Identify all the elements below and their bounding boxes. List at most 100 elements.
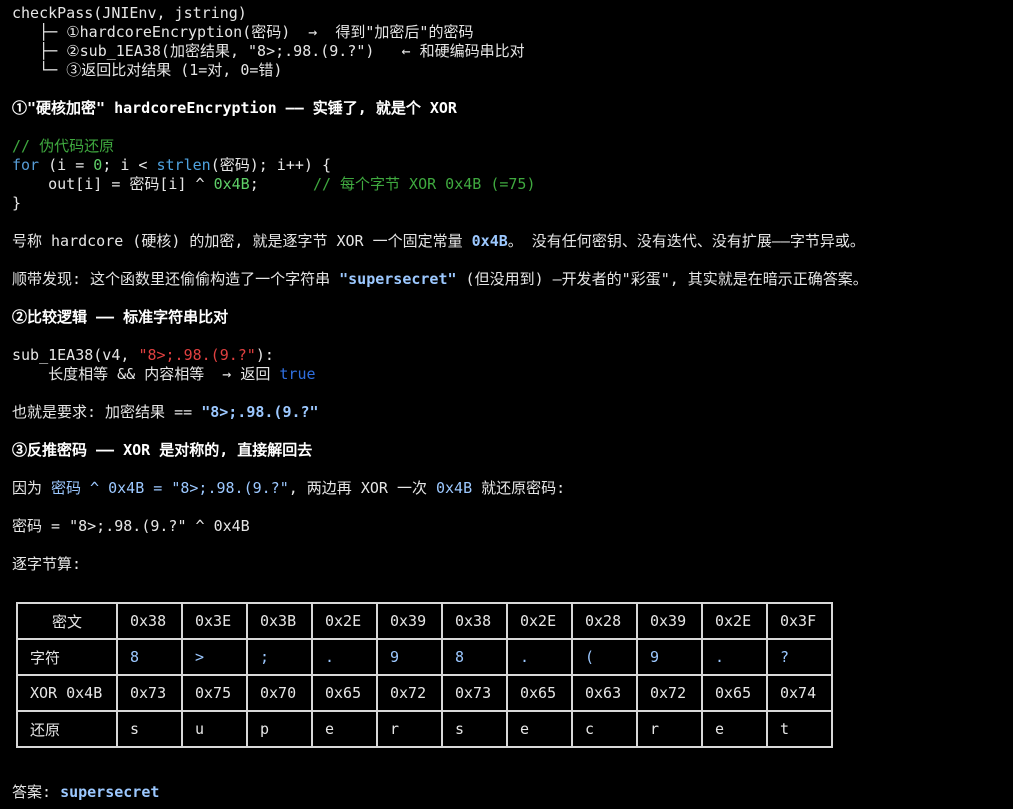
answer-value: supersecret bbox=[60, 783, 160, 801]
table-cell: 8 bbox=[441, 638, 508, 676]
section-heading-reverse: ③反推密码 —— XOR 是对称的, 直接解回去 bbox=[12, 441, 313, 459]
tree-branch-glyph: ├─ bbox=[12, 42, 67, 60]
table-cell: ? bbox=[766, 638, 833, 676]
table-cell: s bbox=[116, 710, 183, 748]
table-cell: u bbox=[181, 710, 248, 748]
paragraph-text: (但没用到) —开发者的"彩蛋", 其实就是在暗示正确答案。 bbox=[456, 270, 868, 288]
tree-branch-1: ├─ ①hardcoreEncryption(密码) → 得到"加密后"的密码 bbox=[12, 23, 1013, 42]
code-text: out[i] = 密码[i] ^ bbox=[12, 175, 214, 193]
table-cell: 0x3F bbox=[766, 602, 833, 640]
code-text: (i = bbox=[39, 156, 94, 174]
paragraph-text: , 两边再 XOR 一次 bbox=[288, 479, 436, 497]
tree-branch-3: └─ ③返回比对结果 (1=对, 0=错) bbox=[12, 61, 1013, 80]
tree-branch-text: ②sub_1EA38(加密结果, "8>;.98.(9.?") ← 和硬编码串比… bbox=[66, 42, 525, 60]
code-text: sub_1EA38(v4, bbox=[12, 346, 139, 364]
highlight-equation: 密码 ^ 0x4B = "8>;.98.(9.?" bbox=[51, 479, 289, 497]
table-cell: . bbox=[701, 638, 768, 676]
table-cell: p bbox=[246, 710, 313, 748]
paragraph-text: 顺带发现: 这个函数里还偷偷构造了一个字符串 bbox=[12, 270, 340, 288]
tree-branch-text: ①hardcoreEncryption(密码) → 得到"加密后"的密码 bbox=[66, 23, 474, 41]
table-row-label: 还原 bbox=[16, 710, 118, 748]
code-inline-comment: // 每个字节 XOR 0x4B (=75) bbox=[312, 175, 536, 193]
table-cell: 0x38 bbox=[116, 602, 183, 640]
table-cell: 0x72 bbox=[636, 674, 703, 712]
table-row-chars: 字符 8 >;. 9 8.(9.? bbox=[16, 638, 833, 676]
table-cell: c bbox=[571, 710, 638, 748]
section-heading-xor: ①"硬核加密" hardcoreEncryption —— 实锤了, 就是个 X… bbox=[12, 99, 457, 117]
code-text: ): bbox=[255, 346, 274, 364]
table-cell: 0x3B bbox=[246, 602, 313, 640]
code-string-literal: "8>;.98.(9.?" bbox=[138, 346, 256, 364]
table-row-label: 字符 bbox=[16, 638, 118, 676]
highlight-constant: 0x4B bbox=[436, 479, 473, 497]
highlight-constant: 0x4B bbox=[471, 232, 508, 250]
tree-branch-2: ├─ ②sub_1EA38(加密结果, "8>;.98.(9.?") ← 和硬编… bbox=[12, 42, 1013, 61]
table-cell: e bbox=[506, 710, 573, 748]
paragraph-symmetry: 因为 密码 ^ 0x4B = "8>;.98.(9.?", 两边再 XOR 一次… bbox=[12, 479, 1013, 498]
table-cell: ; bbox=[246, 638, 313, 676]
compare-code-block: sub_1EA38(v4, "8>;.98.(9.?"): 长度相等 && 内容… bbox=[12, 346, 1013, 384]
table-cell: 0x3E bbox=[181, 602, 248, 640]
answer-line: 答案: supersecret bbox=[12, 783, 159, 802]
table-row-xor: XOR 0x4B 0x73 0x75 0x70 0x65 0x72 0x73 0x65 0x63… bbox=[16, 674, 833, 712]
code-comment: // 伪代码还原 bbox=[12, 137, 115, 155]
paragraph-text: 号称 hardcore (硬核) 的加密, 就是逐字节 XOR 一个固定常量 bbox=[12, 232, 472, 250]
table-cell: 0x75 bbox=[181, 674, 248, 712]
table-cell: r bbox=[636, 710, 703, 748]
table-cell: 0x65 bbox=[701, 674, 768, 712]
table-cell: e bbox=[311, 710, 378, 748]
pseudocode-block: // 伪代码还原 for (i = 0; i < strlen(密码); i++… bbox=[12, 137, 1013, 213]
table-cell: . bbox=[311, 638, 378, 676]
tree-root: checkPass(JNIEnv, jstring) bbox=[12, 4, 247, 22]
paragraph-text: 因为 bbox=[12, 479, 52, 497]
table-row-plain: 还原 s u p e r s e c r e t bbox=[16, 710, 833, 748]
table-row-label: XOR 0x4B bbox=[16, 674, 118, 712]
tree-branch-glyph: ├─ bbox=[12, 23, 67, 41]
code-body-line: out[i] = 密码[i] ^ 0x4B; // 每个字节 XOR 0x4B … bbox=[12, 175, 1013, 194]
code-text: (密码); i++) { bbox=[210, 156, 331, 174]
code-function-strlen: strlen bbox=[156, 156, 211, 174]
table-row-ciphertext: 密文 0x38 0x3E 0x3B 0x2E 0x39 0x38 0x2E 0x28 0x39 0x… bbox=[16, 602, 833, 640]
table-cell: 0x65 bbox=[506, 674, 573, 712]
table-cell: 0x63 bbox=[571, 674, 638, 712]
paragraph-easter-egg: 顺带发现: 这个函数里还偷偷构造了一个字符串 "supersecret" (但没… bbox=[12, 270, 1013, 289]
code-for-line: for (i = 0; i < strlen(密码); i++) { bbox=[12, 156, 1013, 175]
table-cell: 9 bbox=[636, 638, 703, 676]
table-cell: 0x39 bbox=[636, 602, 703, 640]
paragraph-text: 就还原密码: bbox=[472, 479, 566, 497]
paragraph-text: 。 没有任何密钥、没有迭代、没有扩展——字节异或。 bbox=[507, 232, 865, 250]
terminal-output: checkPass(JNIEnv, jstring) ├─ ①hardcoreE… bbox=[12, 4, 1013, 574]
paragraph-xor-explanation: 号称 hardcore (硬核) 的加密, 就是逐字节 XOR 一个固定常量 0… bbox=[12, 232, 1013, 251]
code-keyword-true: true bbox=[279, 365, 316, 383]
table-cell: 0x2E bbox=[701, 602, 768, 640]
answer-label: 答案: bbox=[12, 783, 61, 801]
paragraph-text: 也就是要求: 加密结果 == bbox=[12, 403, 202, 421]
table-cell: 9 bbox=[376, 638, 443, 676]
code-keyword-for: for bbox=[12, 156, 40, 174]
table-cell: 0x28 bbox=[571, 602, 638, 640]
highlight-string: "supersecret" bbox=[339, 270, 457, 288]
code-close-brace: } bbox=[12, 194, 22, 212]
code-hex-constant: 0x4B bbox=[213, 175, 250, 193]
code-text: ; bbox=[249, 175, 313, 193]
call-tree: checkPass(JNIEnv, jstring) ├─ ①hardcoreE… bbox=[12, 4, 1013, 80]
code-text: ; i < bbox=[102, 156, 157, 174]
code-text: 长度相等 && 内容相等 → 返回 bbox=[12, 365, 280, 383]
table-cell: 0x2E bbox=[506, 602, 573, 640]
table-cell: 0x65 bbox=[311, 674, 378, 712]
table-cell: 0x39 bbox=[376, 602, 443, 640]
table-cell: 0x73 bbox=[441, 674, 508, 712]
table-cell: 8 bbox=[116, 638, 183, 676]
paragraph-formula: 密码 = "8>;.98.(9.?" ^ 0x4B bbox=[12, 517, 250, 535]
table-cell: 0x2E bbox=[311, 602, 378, 640]
table-cell: 0x74 bbox=[766, 674, 833, 712]
paragraph-per-byte: 逐字节算: bbox=[12, 555, 82, 573]
table-cell: s bbox=[441, 710, 508, 748]
highlight-target-string: "8>;.98.(9.?" bbox=[201, 403, 319, 421]
tree-branch-text: ③返回比对结果 (1=对, 0=错) bbox=[66, 61, 283, 79]
table-cell: e bbox=[701, 710, 768, 748]
code-call-line: sub_1EA38(v4, "8>;.98.(9.?"): bbox=[12, 346, 1013, 365]
xor-decode-table: 密文 0x38 0x3E 0x3B 0x2E 0x39 0x38 0x2E 0x28 0x39 0x… bbox=[16, 602, 833, 748]
code-number: 0 bbox=[93, 156, 103, 174]
table-cell: t bbox=[766, 710, 833, 748]
